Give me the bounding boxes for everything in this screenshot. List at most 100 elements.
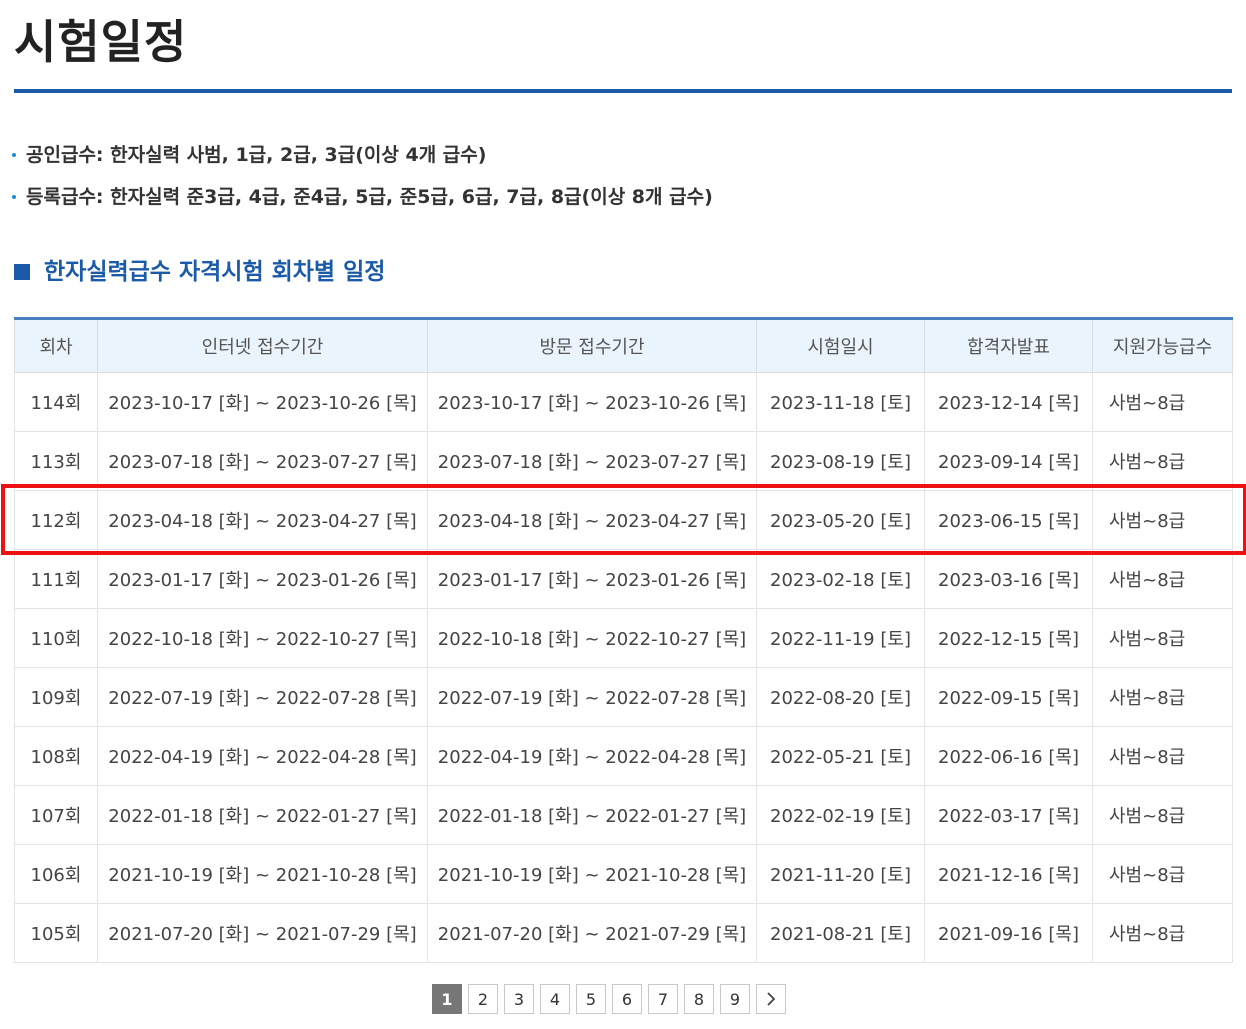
header-exam-date: 시험일시 <box>756 318 925 373</box>
section-title: 한자실력급수 자격시험 회차별 일정 <box>14 254 385 290</box>
round-cell: 105회 <box>14 903 98 963</box>
online-period-cell: 2021-10-19 [화] ~ 2021-10-28 [목] <box>97 844 428 904</box>
header-online-period: 인터넷 접수기간 <box>97 318 428 373</box>
exam-date-cell: 2023-11-18 [토] <box>756 372 925 432</box>
grade-info-list: 공인급수: 한자실력 사범, 1급, 2급, 3급(이상 4개 급수) 등록급수… <box>12 134 713 218</box>
table-row: 112회 2023-04-18 [화] ~ 2023-04-27 [목] 2023-… <box>14 490 1233 550</box>
round-cell: 114회 <box>14 372 98 432</box>
exam-date-cell: 2021-08-21 [토] <box>756 903 925 963</box>
result-date-cell: 2023-12-14 [목] <box>924 372 1093 432</box>
result-date-cell: 2023-03-16 [목] <box>924 549 1093 609</box>
grades-cell: 사범~8급 <box>1092 667 1233 727</box>
table-row: 110회 2022-10-18 [화] ~ 2022-10-27 [목] 2022-… <box>14 608 1233 668</box>
online-period-cell: 2022-04-19 [화] ~ 2022-04-28 [목] <box>97 726 428 786</box>
table-row: 111회 2023-01-17 [화] ~ 2023-01-26 [목] 2023-… <box>14 549 1233 609</box>
bullet-dot-icon <box>12 153 16 157</box>
result-date-cell: 2022-12-15 [목] <box>924 608 1093 668</box>
visit-period-cell: 2023-01-17 [화] ~ 2023-01-26 [목] <box>427 549 757 609</box>
table-row: 106회 2021-10-19 [화] ~ 2021-10-28 [목] 2021-… <box>14 844 1233 904</box>
exam-date-cell: 2021-11-20 [토] <box>756 844 925 904</box>
result-date-cell: 2022-03-17 [목] <box>924 785 1093 845</box>
online-period-cell: 2022-07-19 [화] ~ 2022-07-28 [목] <box>97 667 428 727</box>
online-period-cell: 2023-10-17 [화] ~ 2023-10-26 [목] <box>97 372 428 432</box>
table-header-row: 회차 인터넷 접수기간 방문 접수기간 시험일시 합격자발표 지원가능급수 <box>14 318 1233 373</box>
visit-period-cell: 2023-07-18 [화] ~ 2023-07-27 [목] <box>427 431 757 491</box>
grade-info-registered: 등록급수: 한자실력 준3급, 4급, 준4급, 5급, 준5급, 6급, 7급… <box>12 176 713 218</box>
next-page-button[interactable] <box>756 984 786 1014</box>
grades-cell: 사범~8급 <box>1092 372 1233 432</box>
chevron-right-icon <box>767 992 776 1006</box>
visit-period-cell: 2021-07-20 [화] ~ 2021-07-29 [목] <box>427 903 757 963</box>
table-body: 114회 2023-10-17 [화] ~ 2023-10-26 [목] 2023-… <box>14 372 1233 963</box>
pagination: 123456789 <box>432 984 786 1014</box>
online-period-cell: 2022-01-18 [화] ~ 2022-01-27 [목] <box>97 785 428 845</box>
page-title: 시험일정 <box>14 15 188 69</box>
table-row: 107회 2022-01-18 [화] ~ 2022-01-27 [목] 2022-… <box>14 785 1233 845</box>
exam-date-cell: 2022-08-20 [토] <box>756 667 925 727</box>
online-period-cell: 2023-04-18 [화] ~ 2023-04-27 [목] <box>97 490 428 550</box>
grades-cell: 사범~8급 <box>1092 726 1233 786</box>
online-period-cell: 2022-10-18 [화] ~ 2022-10-27 [목] <box>97 608 428 668</box>
result-date-cell: 2021-09-16 [목] <box>924 903 1093 963</box>
grades-cell: 사범~8급 <box>1092 549 1233 609</box>
table-row: 109회 2022-07-19 [화] ~ 2022-07-28 [목] 2022-… <box>14 667 1233 727</box>
exam-date-cell: 2023-02-18 [토] <box>756 549 925 609</box>
page-button-6[interactable]: 6 <box>612 984 642 1014</box>
page-button-3[interactable]: 3 <box>504 984 534 1014</box>
table-row: 113회 2023-07-18 [화] ~ 2023-07-27 [목] 2023-… <box>14 431 1233 491</box>
round-cell: 109회 <box>14 667 98 727</box>
exam-date-cell: 2023-08-19 [토] <box>756 431 925 491</box>
table-row: 114회 2023-10-17 [화] ~ 2023-10-26 [목] 2023-… <box>14 372 1233 432</box>
online-period-cell: 2023-07-18 [화] ~ 2023-07-27 [목] <box>97 431 428 491</box>
bullet-dot-icon <box>12 195 16 199</box>
grades-cell: 사범~8급 <box>1092 431 1233 491</box>
header-result-date: 합격자발표 <box>924 318 1093 373</box>
visit-period-cell: 2023-10-17 [화] ~ 2023-10-26 [목] <box>427 372 757 432</box>
page-button-4[interactable]: 4 <box>540 984 570 1014</box>
online-period-cell: 2023-01-17 [화] ~ 2023-01-26 [목] <box>97 549 428 609</box>
result-date-cell: 2021-12-16 [목] <box>924 844 1093 904</box>
exam-date-cell: 2022-11-19 [토] <box>756 608 925 668</box>
header-visit-period: 방문 접수기간 <box>427 318 757 373</box>
page-button-2[interactable]: 2 <box>468 984 498 1014</box>
page-button-5[interactable]: 5 <box>576 984 606 1014</box>
page-button-9[interactable]: 9 <box>720 984 750 1014</box>
visit-period-cell: 2022-04-19 [화] ~ 2022-04-28 [목] <box>427 726 757 786</box>
table-row: 105회 2021-07-20 [화] ~ 2021-07-29 [목] 2021-… <box>14 903 1233 963</box>
visit-period-cell: 2022-01-18 [화] ~ 2022-01-27 [목] <box>427 785 757 845</box>
header-grades: 지원가능급수 <box>1092 318 1233 373</box>
section-title-text: 한자실력급수 자격시험 회차별 일정 <box>44 259 386 285</box>
round-cell: 108회 <box>14 726 98 786</box>
round-cell: 106회 <box>14 844 98 904</box>
round-cell: 111회 <box>14 549 98 609</box>
page-button-1[interactable]: 1 <box>432 984 462 1014</box>
round-cell: 107회 <box>14 785 98 845</box>
round-cell: 112회 <box>14 490 98 550</box>
grades-cell: 사범~8급 <box>1092 608 1233 668</box>
result-date-cell: 2022-09-15 [목] <box>924 667 1093 727</box>
grade-info-text: 공인급수: 한자실력 사범, 1급, 2급, 3급(이상 4개 급수) <box>26 144 487 166</box>
visit-period-cell: 2022-10-18 [화] ~ 2022-10-27 [목] <box>427 608 757 668</box>
grade-info-official: 공인급수: 한자실력 사범, 1급, 2급, 3급(이상 4개 급수) <box>12 134 713 176</box>
page-button-7[interactable]: 7 <box>648 984 678 1014</box>
exam-date-cell: 2023-05-20 [토] <box>756 490 925 550</box>
exam-date-cell: 2022-02-19 [토] <box>756 785 925 845</box>
online-period-cell: 2021-07-20 [화] ~ 2021-07-29 [목] <box>97 903 428 963</box>
table-row: 108회 2022-04-19 [화] ~ 2022-04-28 [목] 2022-… <box>14 726 1233 786</box>
result-date-cell: 2023-09-14 [목] <box>924 431 1093 491</box>
header-round: 회차 <box>14 318 98 373</box>
result-date-cell: 2022-06-16 [목] <box>924 726 1093 786</box>
section-square-icon <box>14 264 30 280</box>
exam-schedule-table: 회차 인터넷 접수기간 방문 접수기간 시험일시 합격자발표 지원가능급수 11… <box>14 317 1233 963</box>
visit-period-cell: 2022-07-19 [화] ~ 2022-07-28 [목] <box>427 667 757 727</box>
visit-period-cell: 2023-04-18 [화] ~ 2023-04-27 [목] <box>427 490 757 550</box>
grades-cell: 사범~8급 <box>1092 490 1233 550</box>
round-cell: 110회 <box>14 608 98 668</box>
grades-cell: 사범~8급 <box>1092 785 1233 845</box>
visit-period-cell: 2021-10-19 [화] ~ 2021-10-28 [목] <box>427 844 757 904</box>
page-button-8[interactable]: 8 <box>684 984 714 1014</box>
round-cell: 113회 <box>14 431 98 491</box>
exam-date-cell: 2022-05-21 [토] <box>756 726 925 786</box>
grades-cell: 사범~8급 <box>1092 903 1233 963</box>
grade-info-text: 등록급수: 한자실력 준3급, 4급, 준4급, 5급, 준5급, 6급, 7급… <box>26 186 713 208</box>
